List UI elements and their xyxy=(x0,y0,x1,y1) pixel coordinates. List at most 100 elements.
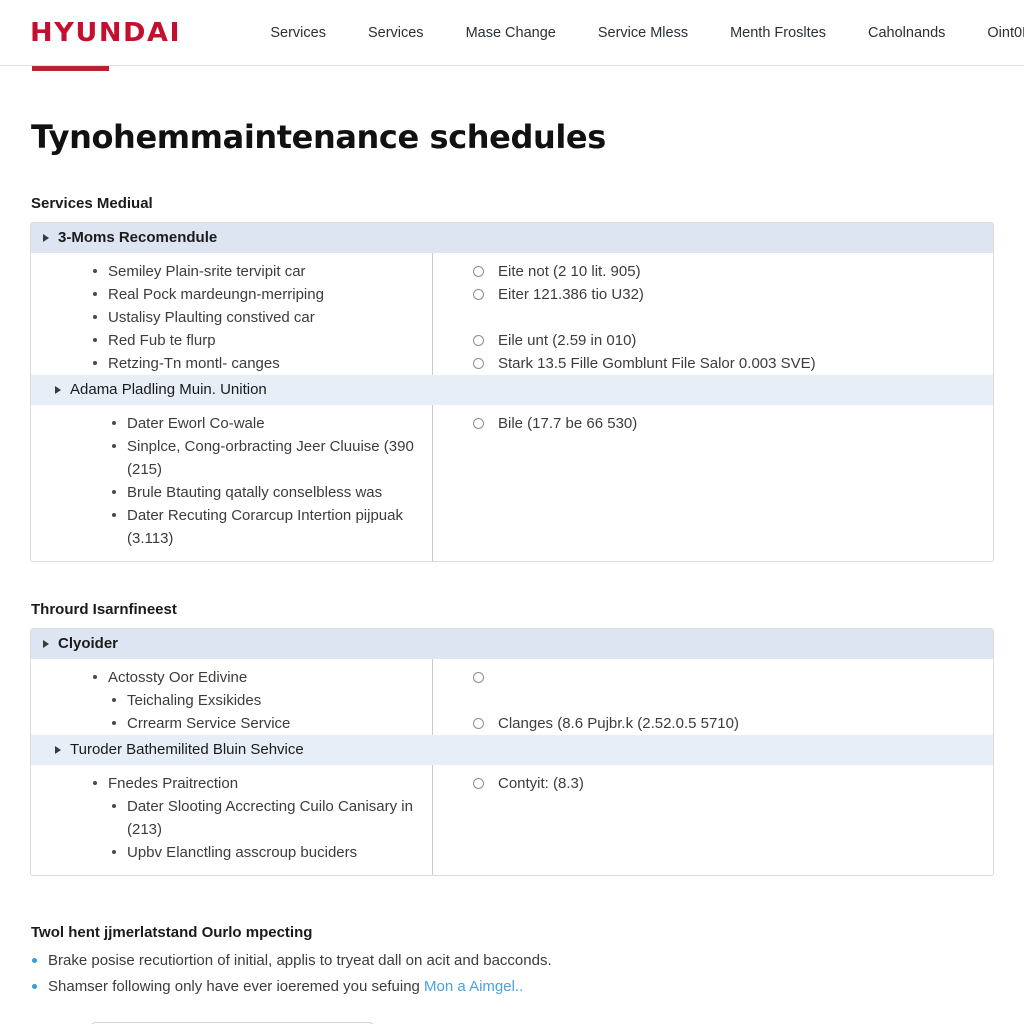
column-divider xyxy=(432,253,433,561)
list-item: Real Pock mardeungn-merriping xyxy=(93,283,432,306)
nav-item-4[interactable]: Menth Frosltes xyxy=(709,19,847,47)
nav-item-2[interactable]: Mase Change xyxy=(445,19,577,47)
footnotes-list: Brake posise recutiortion of initial, ap… xyxy=(30,948,994,1000)
bullet-icon xyxy=(32,958,37,963)
empty-cell xyxy=(473,795,993,818)
nav-item-6[interactable]: Oint0PT xyxy=(966,19,1024,47)
list-item-label: Ustalisy Plaulting constived car xyxy=(108,309,315,326)
row-right-cell: Clanges (8.6 Pujbr.k (2.52.0.5 5710) xyxy=(432,712,993,735)
list-item: Dater Recuting Corarcup Intertion pijpua… xyxy=(112,504,432,550)
list-item-label: Crrearm Service Service xyxy=(127,715,291,732)
schedule-row: Crrearm Service Service Clanges (8.6 Pujb… xyxy=(31,712,993,735)
schedule-row: Actossty Oor Edivine xyxy=(31,666,993,689)
section-label: Throurd Isarnfineest xyxy=(31,601,177,618)
expand-triangle-icon xyxy=(55,745,61,754)
sections-container: Services Mediual 3-Moms Recomendule Semile… xyxy=(30,195,994,876)
footnote-text: Shamser following only have ever ioereme… xyxy=(48,978,425,995)
row-right-cell: Eiter 121.386 tio U32) xyxy=(432,283,993,306)
footnote-item: Brake posise recutiortion of initial, ap… xyxy=(32,948,994,974)
list-item-label: Brule Btauting qatally conselbless was xyxy=(127,484,383,501)
row-right-cell xyxy=(432,666,993,683)
footnotes-title: Twol hent jjmerlatstand Ourlo mpecting xyxy=(31,924,313,941)
empty-cell xyxy=(473,689,993,712)
footnote-item: Shamser following only have ever ioereme… xyxy=(32,974,994,1000)
circle-marker-icon xyxy=(473,289,484,300)
schedule-row: Sinplce, Cong-orbracting Jeer Cluuise (3… xyxy=(31,435,993,481)
row-left-cell: Crrearm Service Service xyxy=(31,712,432,735)
bullet-icon xyxy=(32,984,37,989)
detail-item-label: Eite not (2 10 lit. 905) xyxy=(498,263,641,280)
group-body: Fnedes Praitrection Contyit: (8.3) Dater S… xyxy=(31,765,993,875)
group-header[interactable]: Adama Pladling Muin. Unition xyxy=(31,375,993,405)
group-header-label: 3-Moms Recomendule xyxy=(58,229,218,246)
bullet-icon xyxy=(112,804,116,808)
detail-item: Eile unt (2.59 in 010) xyxy=(473,329,993,352)
detail-item-label: Eile unt (2.59 in 010) xyxy=(498,332,637,349)
row-left-cell: Brule Btauting qatally conselbless was xyxy=(31,481,432,504)
list-item-label: Sinplce, Cong-orbracting Jeer Cluuise (3… xyxy=(127,438,414,478)
nav-item-3[interactable]: Service Mless xyxy=(577,19,709,47)
footnote-text-wrap: Brake posise recutiortion of initial, ap… xyxy=(48,948,552,974)
list-item: Actossty Oor Edivine xyxy=(93,666,432,689)
nav-item-1[interactable]: Services xyxy=(347,19,445,47)
list-item: Fnedes Praitrection xyxy=(93,772,432,795)
schedule-row: Retzing-Tn montl- canges Stark 13.5 Fille… xyxy=(31,352,993,375)
page-title: Tynohemmaintenance schedules xyxy=(31,118,606,156)
detail-item-label: Bile (17.7 be 66 530) xyxy=(498,415,638,432)
detail-item-label: Contyit: (8.3) xyxy=(498,775,584,792)
schedule-row: Dater Eworl Co-wale Bile (17.7 be 66 530) xyxy=(31,412,993,435)
list-item: Upbv Elanctling asscroup buciders xyxy=(112,841,432,864)
row-right-cell: Eite not (2 10 lit. 905) xyxy=(432,260,993,283)
row-left-cell: Teichaling Exsikides xyxy=(31,689,432,712)
list-item: Red Fub te flurp xyxy=(93,329,432,352)
footnote-link[interactable]: Mon a Aimgel.. xyxy=(424,978,523,995)
circle-marker-icon xyxy=(473,718,484,729)
group-header[interactable]: Clyoider xyxy=(31,629,993,659)
empty-cell xyxy=(473,841,993,864)
bullet-icon xyxy=(93,361,97,365)
empty-cell xyxy=(473,504,993,527)
circle-marker-icon xyxy=(473,266,484,277)
schedule-row: Dater Slooting Accrecting Cuilo Canisary… xyxy=(31,795,993,841)
group-header[interactable]: 3-Moms Recomendule xyxy=(31,223,993,253)
list-item: Dater Slooting Accrecting Cuilo Canisary… xyxy=(112,795,432,841)
circle-marker-icon xyxy=(473,672,484,683)
empty-cell xyxy=(473,435,993,458)
schedule-row: Teichaling Exsikides xyxy=(31,689,993,712)
row-right-cell: Stark 13.5 Fille Gomblunt File Salor 0.0… xyxy=(432,352,993,375)
row-right-cell xyxy=(432,504,993,527)
detail-item-label: Stark 13.5 Fille Gomblunt File Salor 0.0… xyxy=(498,355,816,372)
list-item: Retzing-Tn montl- canges xyxy=(93,352,432,375)
bullet-icon xyxy=(112,513,116,517)
list-item-label: Dater Slooting Accrecting Cuilo Canisary… xyxy=(127,798,413,838)
brand-wordmark: HYUNDAI xyxy=(30,17,182,48)
list-item-label: Red Fub te flurp xyxy=(108,332,216,349)
list-item-label: Dater Recuting Corarcup Intertion pijpua… xyxy=(127,507,403,547)
bullet-icon xyxy=(93,675,97,679)
nav-item-label: Mase Change xyxy=(465,24,556,41)
nav-item-0[interactable]: Services xyxy=(249,19,347,47)
row-right-cell xyxy=(432,306,993,329)
site-header: HYUNDAI Services Services Mase Change Servi… xyxy=(0,0,1024,71)
list-item: Brule Btauting qatally conselbless was xyxy=(112,481,432,504)
list-item: Dater Eworl Co-wale xyxy=(112,412,432,435)
nav-item-5[interactable]: Caholnands xyxy=(847,19,966,47)
schedule-row: Fnedes Praitrection Contyit: (8.3) xyxy=(31,772,993,795)
nav-item-label: Caholnands xyxy=(868,24,946,41)
row-right-cell xyxy=(432,435,993,458)
row-left-cell: Ustalisy Plaulting constived car xyxy=(31,306,432,329)
column-divider xyxy=(432,659,433,875)
list-item-label: Actossty Oor Edivine xyxy=(108,669,248,686)
list-item-label: Retzing-Tn montl- canges xyxy=(108,355,280,372)
nav-item-label: Oint0PT xyxy=(987,24,1024,41)
row-left-cell: Dater Eworl Co-wale xyxy=(31,412,432,435)
group-header[interactable]: Turoder Bathemilited Bluin Sehvice xyxy=(31,735,993,765)
page-body: Tynohemmaintenance schedules Services Me… xyxy=(0,118,1024,1024)
schedule-row: Red Fub te flurp Eile unt (2.59 in 010) xyxy=(31,329,993,352)
bullet-icon xyxy=(93,269,97,273)
row-left-cell: Sinplce, Cong-orbracting Jeer Cluuise (3… xyxy=(31,435,432,481)
list-item-label: Real Pock mardeungn-merriping xyxy=(108,286,324,303)
footnote-text: Brake posise recutiortion of initial, ap… xyxy=(48,952,552,969)
hyundai-logo[interactable]: HYUNDAI xyxy=(30,20,180,71)
detail-item-label: Eiter 121.386 tio U32) xyxy=(498,286,644,303)
